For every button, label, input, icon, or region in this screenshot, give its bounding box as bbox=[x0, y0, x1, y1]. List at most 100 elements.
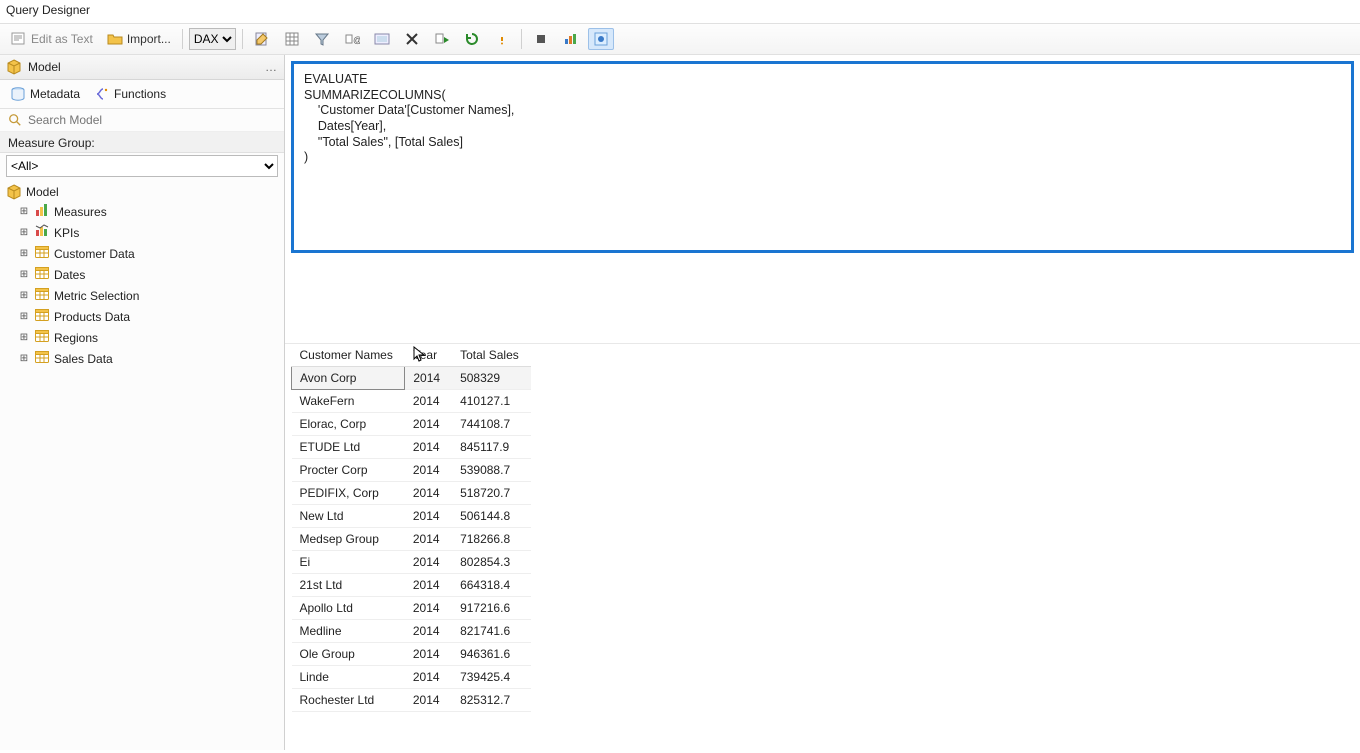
table-row[interactable]: Avon Corp2014508329 bbox=[292, 367, 531, 390]
edit-icon bbox=[254, 31, 270, 47]
tree-item[interactable]: ⊞ Dates bbox=[4, 264, 280, 285]
stop-button[interactable] bbox=[528, 28, 554, 50]
expand-icon[interactable]: ⊞ bbox=[18, 332, 30, 343]
table-row[interactable]: PEDIFIX, Corp2014518720.7 bbox=[292, 482, 531, 505]
table-cell: 845117.9 bbox=[452, 436, 531, 459]
expand-icon[interactable]: ⊞ bbox=[18, 269, 30, 280]
measure-group-label: Measure Group: bbox=[0, 132, 284, 153]
tree-item-icon bbox=[34, 349, 50, 368]
model-panel: Model … Metadata Functions Measure Group… bbox=[0, 55, 285, 750]
edit-as-text-label: Edit as Text bbox=[31, 32, 93, 46]
column-header[interactable]: Total Sales bbox=[452, 344, 531, 367]
table-cell: Ei bbox=[292, 551, 405, 574]
tree-item-label: Customer Data bbox=[54, 247, 135, 261]
tree-item-label: Regions bbox=[54, 331, 98, 345]
run-button[interactable] bbox=[429, 28, 455, 50]
tree-item[interactable]: ⊞Sales Data bbox=[4, 348, 280, 369]
tree-item[interactable]: ⊞ Products Data bbox=[4, 306, 280, 327]
table-cell: 2014 bbox=[405, 367, 452, 390]
table-cell: PEDIFIX, Corp bbox=[292, 482, 405, 505]
tree-item-label: Dates bbox=[54, 268, 85, 282]
table-row[interactable]: Medline2014821741.6 bbox=[292, 620, 531, 643]
toolbar-separator bbox=[182, 29, 183, 49]
table-cell: 664318.4 bbox=[452, 574, 531, 597]
tree-item[interactable]: ⊞Metric Selection bbox=[4, 285, 280, 306]
tree-item[interactable]: ⊞Measures bbox=[4, 201, 280, 222]
table-row[interactable]: New Ltd2014506144.8 bbox=[292, 505, 531, 528]
table-row[interactable]: Elorac, Corp2014744108.7 bbox=[292, 413, 531, 436]
column-header[interactable]: Year bbox=[405, 344, 452, 367]
svg-text:@: @ bbox=[353, 35, 360, 45]
table-cell: 2014 bbox=[405, 574, 452, 597]
expand-icon[interactable]: ⊞ bbox=[18, 248, 30, 259]
expand-icon[interactable]: ⊞ bbox=[18, 353, 30, 364]
tree-item-icon bbox=[34, 244, 50, 263]
panel-menu-button[interactable]: … bbox=[265, 60, 278, 74]
tree-item[interactable]: ⊞ Regions bbox=[4, 327, 280, 348]
table-cell: 2014 bbox=[405, 482, 452, 505]
metadata-tab-label: Metadata bbox=[30, 87, 80, 101]
table-row[interactable]: Linde2014739425.4 bbox=[292, 666, 531, 689]
chart-button[interactable] bbox=[558, 28, 584, 50]
design-button[interactable] bbox=[588, 28, 614, 50]
tree-root[interactable]: Model bbox=[4, 183, 280, 201]
table-row[interactable]: Medsep Group2014718266.8 bbox=[292, 528, 531, 551]
table-cell: 2014 bbox=[405, 390, 452, 413]
table-cell: Apollo Ltd bbox=[292, 597, 405, 620]
refresh-button[interactable] bbox=[459, 28, 485, 50]
table-cell: 2014 bbox=[405, 620, 452, 643]
tool-button-3[interactable] bbox=[309, 28, 335, 50]
panel-header: Model … bbox=[0, 55, 284, 80]
search-input[interactable] bbox=[28, 113, 276, 127]
edit-as-text-button[interactable]: Edit as Text bbox=[6, 28, 98, 50]
x-icon bbox=[404, 31, 420, 47]
table-cell: Procter Corp bbox=[292, 459, 405, 482]
table-cell: 518720.7 bbox=[452, 482, 531, 505]
import-button[interactable]: Import... bbox=[102, 28, 176, 50]
expand-icon[interactable]: ⊞ bbox=[18, 290, 30, 301]
tree-item-icon bbox=[34, 265, 50, 284]
table-cell: 946361.6 bbox=[452, 643, 531, 666]
warning-button[interactable] bbox=[489, 28, 515, 50]
window-title: Query Designer bbox=[0, 0, 1360, 23]
toolbar-separator bbox=[242, 29, 243, 49]
table-cell: ETUDE Ltd bbox=[292, 436, 405, 459]
table-row[interactable]: Ole Group2014946361.6 bbox=[292, 643, 531, 666]
expand-icon[interactable]: ⊞ bbox=[18, 206, 30, 217]
table-row[interactable]: Apollo Ltd2014917216.6 bbox=[292, 597, 531, 620]
expand-icon[interactable]: ⊞ bbox=[18, 227, 30, 238]
tree-item-label: Products Data bbox=[54, 310, 130, 324]
table-row[interactable]: WakeFern2014410127.1 bbox=[292, 390, 531, 413]
right-area: EVALUATE SUMMARIZECOLUMNS( 'Customer Dat… bbox=[285, 55, 1360, 750]
language-select[interactable]: DAX bbox=[189, 28, 236, 50]
table-row[interactable]: Procter Corp2014539088.7 bbox=[292, 459, 531, 482]
table-row[interactable]: ETUDE Ltd2014845117.9 bbox=[292, 436, 531, 459]
query-editor[interactable]: EVALUATE SUMMARIZECOLUMNS( 'Customer Dat… bbox=[291, 61, 1354, 253]
tree-item-icon bbox=[34, 307, 50, 326]
results-table: Customer NamesYearTotal Sales Avon Corp2… bbox=[291, 344, 531, 712]
delete-button[interactable] bbox=[399, 28, 425, 50]
metadata-tab[interactable]: Metadata bbox=[8, 84, 82, 104]
tool-button-1[interactable] bbox=[249, 28, 275, 50]
main-area: Model … Metadata Functions Measure Group… bbox=[0, 55, 1360, 750]
tree-item-icon bbox=[34, 286, 50, 305]
tree-item[interactable]: ⊞ Customer Data bbox=[4, 243, 280, 264]
tool-button-2[interactable] bbox=[279, 28, 305, 50]
search-row bbox=[0, 109, 284, 132]
tool-button-5[interactable] bbox=[369, 28, 395, 50]
table-cell: Linde bbox=[292, 666, 405, 689]
toolbar-separator bbox=[521, 29, 522, 49]
tool-button-4[interactable]: @ bbox=[339, 28, 365, 50]
column-header[interactable]: Customer Names bbox=[292, 344, 405, 367]
tree-item[interactable]: ⊞KPIs bbox=[4, 222, 280, 243]
table-row[interactable]: Rochester Ltd2014825312.7 bbox=[292, 689, 531, 712]
table-row[interactable]: 21st Ltd2014664318.4 bbox=[292, 574, 531, 597]
functions-tab[interactable]: Functions bbox=[92, 84, 168, 104]
expand-icon[interactable]: ⊞ bbox=[18, 311, 30, 322]
table-cell: 2014 bbox=[405, 666, 452, 689]
measure-group-select[interactable]: <All> bbox=[6, 155, 278, 177]
table-cell: 802854.3 bbox=[452, 551, 531, 574]
table-row[interactable]: Ei2014802854.3 bbox=[292, 551, 531, 574]
table-cell: 739425.4 bbox=[452, 666, 531, 689]
table-cell: Elorac, Corp bbox=[292, 413, 405, 436]
